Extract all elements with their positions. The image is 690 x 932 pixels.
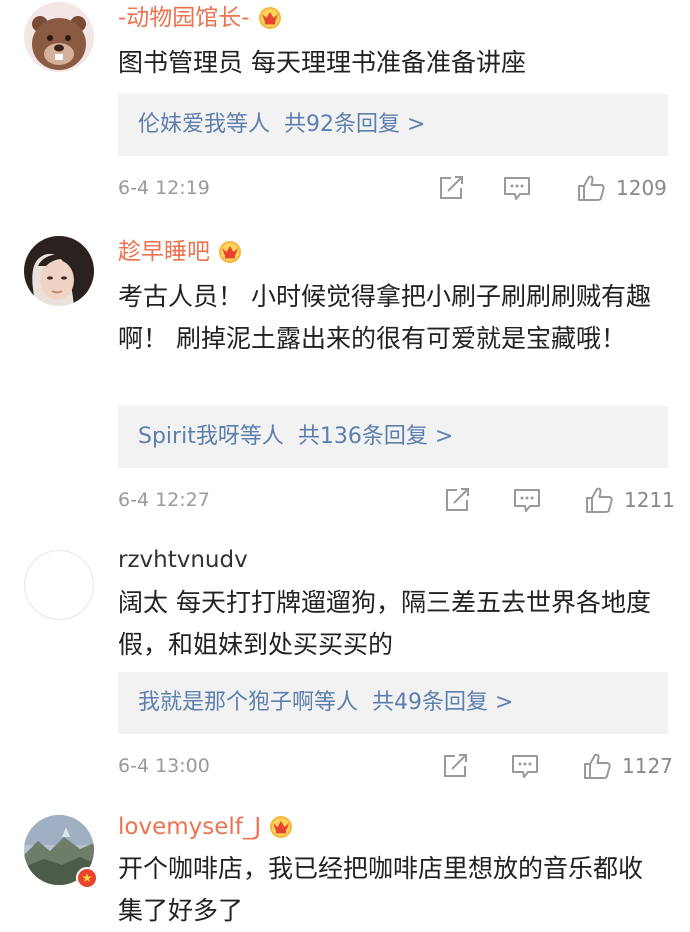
- comment-text: 图书管理员 每天理理书准备准备讲座: [118, 48, 526, 77]
- username-text[interactable]: 趁早睡吧: [118, 239, 210, 265]
- vip-star-badge-icon: [76, 867, 98, 889]
- vip-crown-icon: [216, 239, 244, 263]
- username[interactable]: 趁早睡吧: [118, 237, 244, 267]
- comment-icon[interactable]: [502, 173, 532, 203]
- reply-users: Spirit我呀等人: [138, 424, 284, 449]
- reply-count: 共92条回复 >: [284, 112, 426, 137]
- comment-text: 开个咖啡店，我已经把咖啡店里想放的音乐都收集了好多了: [118, 854, 644, 925]
- like-count: 1211: [624, 488, 675, 512]
- comment-icon[interactable]: [512, 485, 542, 515]
- username-text[interactable]: -动物园馆长-: [118, 5, 250, 31]
- thumbs-up-icon: [582, 751, 612, 781]
- comment-meta: 6-4 13:00 1127: [118, 751, 678, 781]
- reply-summary-link[interactable]: Spirit我呀等人 共136条回复 >: [118, 406, 668, 468]
- comment-text: 考古人员！ 小时候觉得拿把小刷子刷刷刷贼有趣啊！ 刷掉泥土露出来的很有可爱就是宝…: [118, 282, 651, 353]
- comment-text: 阔太 每天打打牌遛遛狗，隔三差五去世界各地度假，和姐妹到处买买买的: [118, 588, 651, 659]
- comment-meta: 6-4 12:27 1211: [118, 485, 678, 515]
- username[interactable]: lovemyself_J: [118, 812, 295, 842]
- timestamp: 6-4 13:00: [118, 755, 210, 777]
- reply-count: 共49条回复 >: [372, 690, 514, 715]
- reply-users: 我就是那个狍子啊等人: [138, 690, 359, 715]
- username-text[interactable]: rzvhtvnudv: [118, 547, 248, 573]
- beaver-avatar[interactable]: [24, 2, 94, 72]
- comment-meta: 6-4 12:19 1209: [118, 173, 678, 203]
- reply-summary-link[interactable]: 我就是那个狍子啊等人 共49条回复 >: [118, 672, 668, 734]
- blank-avatar[interactable]: [24, 550, 94, 620]
- share-icon[interactable]: [442, 485, 472, 515]
- landscape-avatar[interactable]: [24, 815, 98, 889]
- share-icon[interactable]: [440, 751, 470, 781]
- reply-users: 伦妹爱我等人: [138, 112, 271, 137]
- vip-crown-icon: [256, 5, 284, 29]
- username-text[interactable]: lovemyself_J: [118, 814, 261, 840]
- thumbs-up-icon: [584, 485, 614, 515]
- girl-avatar[interactable]: [24, 236, 94, 306]
- thumbs-up-icon: [576, 173, 606, 203]
- share-icon[interactable]: [436, 173, 466, 203]
- vip-crown-icon: [267, 814, 295, 838]
- comment-icon[interactable]: [510, 751, 540, 781]
- reply-summary-link[interactable]: 伦妹爱我等人 共92条回复 >: [118, 94, 668, 156]
- timestamp: 6-4 12:19: [118, 177, 210, 199]
- reply-count: 共136条回复 >: [297, 424, 454, 449]
- timestamp: 6-4 12:27: [118, 489, 210, 511]
- like-count: 1127: [622, 754, 673, 778]
- username[interactable]: -动物园馆长-: [118, 3, 284, 33]
- username[interactable]: rzvhtvnudv: [118, 545, 248, 575]
- like-count: 1209: [616, 176, 667, 200]
